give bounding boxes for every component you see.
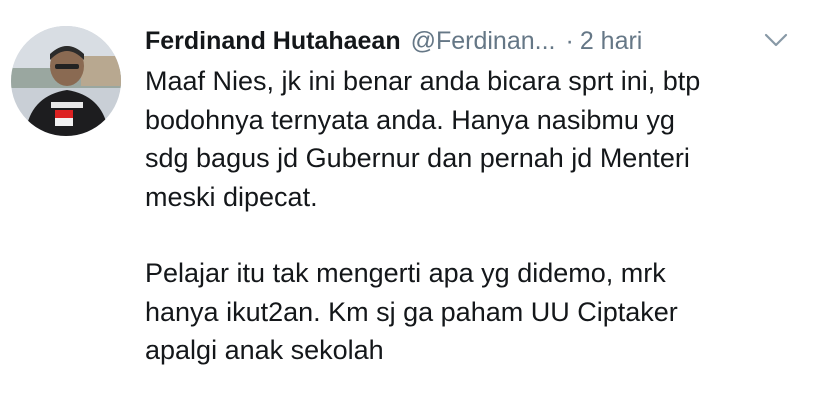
tweet-text: Maaf Nies, jk ini benar anda bicara sprt… — [145, 62, 810, 370]
user-handle[interactable]: @Ferdinan... — [411, 27, 556, 56]
avatar-photo-icon — [11, 26, 121, 136]
tweet-line: meski dipecat. — [145, 181, 318, 212]
tweet-line: sdg bagus jd Gubernur dan pernah jd Ment… — [145, 143, 690, 173]
tweet-line: Maaf Nies, jk ini benar anda bicara sprt… — [145, 66, 701, 96]
tweet-line: hanya ikut2an. Km sj ga paham UU Ciptake… — [145, 296, 678, 327]
chevron-down-icon — [764, 33, 788, 47]
tweet-line: apalgi anak sekolah — [145, 335, 384, 365]
tweet-line: bodohnya ternyata anda. Hanya nasibmu yg — [145, 104, 675, 135]
avatar[interactable] — [11, 26, 121, 136]
tweet-paragraph: Pelajar itu tak mengerti apa yg didemo, … — [145, 254, 810, 370]
tweet-menu-button[interactable] — [763, 31, 789, 49]
tweet-line: Pelajar itu tak mengerti apa yg didemo, … — [145, 258, 666, 288]
separator-dot: · — [565, 26, 574, 55]
tweet-paragraph: Maaf Nies, jk ini benar anda bicara sprt… — [145, 62, 810, 216]
tweet-header: Ferdinand Hutahaean @Ferdinan... · 2 har… — [145, 23, 642, 59]
timestamp[interactable]: 2 hari — [580, 27, 643, 56]
display-name[interactable]: Ferdinand Hutahaean — [145, 27, 401, 56]
tweet-card: Ferdinand Hutahaean @Ferdinan... · 2 har… — [0, 0, 816, 400]
